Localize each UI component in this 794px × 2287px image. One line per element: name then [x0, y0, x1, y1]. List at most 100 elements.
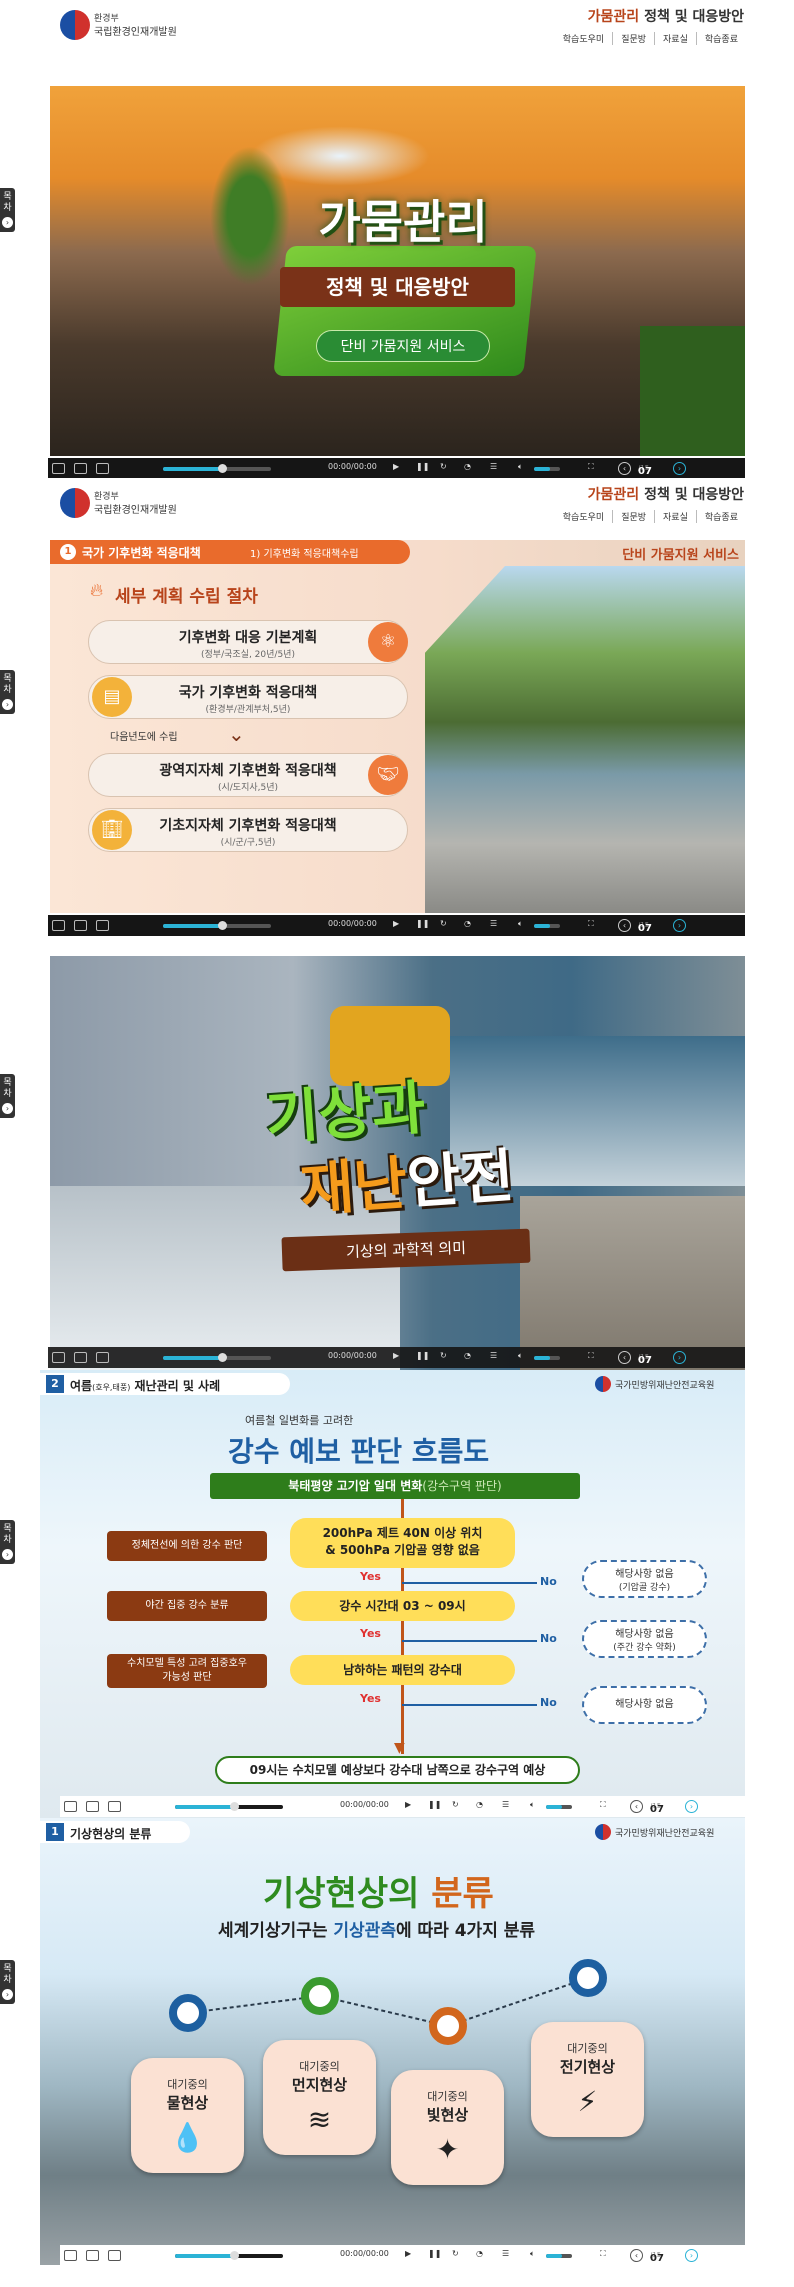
- time-display: 00:00/00:00: [340, 2249, 389, 2258]
- flow-center-2: 강수 시간대 03 ~ 09시: [290, 1591, 515, 1621]
- menu-list-icon[interactable]: ☰: [490, 919, 497, 928]
- prev-page-icon[interactable]: ‹: [630, 1800, 643, 1813]
- play-icon[interactable]: ▶: [393, 462, 399, 471]
- menu-qna[interactable]: 질문방: [612, 510, 654, 523]
- menu-resources[interactable]: 자료실: [654, 510, 696, 523]
- download-icon[interactable]: [64, 1801, 77, 1812]
- replay-icon[interactable]: ↻: [440, 1351, 447, 1360]
- screen-icon[interactable]: [108, 1801, 121, 1812]
- keyboard-icon[interactable]: [86, 1801, 99, 1812]
- volume-icon[interactable]: 🔈︎: [530, 1800, 535, 1810]
- next-year-note: 다음년도에 수립: [110, 732, 178, 743]
- volume-slider[interactable]: [534, 1356, 560, 1360]
- menu-list-icon[interactable]: ☰: [502, 1800, 509, 1809]
- section-bar: 2 여름(호우,태풍) 재난관리 및 사례: [40, 1373, 290, 1395]
- progress-bar[interactable]: [175, 1802, 283, 1811]
- player-controls: 00:00/00:00 ▶ ❚❚ ↻ ◔ ☰ 🔈︎ ⛶ ‹ 07/15 ›: [48, 1347, 745, 1368]
- prev-page-icon[interactable]: ‹: [618, 919, 631, 932]
- menu-list-icon[interactable]: ☰: [502, 2249, 509, 2258]
- play-icon[interactable]: ▶: [405, 2249, 411, 2258]
- pause-icon[interactable]: ❚❚: [428, 2249, 441, 2258]
- card-light: 대기중의 빛현상 ✦: [391, 2070, 504, 2185]
- download-icon[interactable]: [52, 1352, 65, 1363]
- volume-icon[interactable]: 🔈︎: [518, 1351, 523, 1361]
- volume-slider[interactable]: [546, 2254, 572, 2258]
- building-icon: 🏢︎: [92, 810, 132, 850]
- keyboard-icon[interactable]: [74, 463, 87, 474]
- government-emblem-icon: [595, 1376, 611, 1392]
- screen-icon[interactable]: [96, 463, 109, 474]
- menu-exit[interactable]: 학습종료: [695, 510, 746, 523]
- pause-icon[interactable]: ❚❚: [416, 462, 429, 471]
- volume-slider[interactable]: [534, 924, 560, 928]
- next-page-icon[interactable]: ›: [685, 1800, 698, 1813]
- play-icon[interactable]: ▶: [393, 1351, 399, 1360]
- atom-icon: ⚛: [368, 622, 408, 662]
- next-page-icon[interactable]: ›: [685, 2249, 698, 2262]
- menu-help[interactable]: 학습도우미: [555, 510, 612, 523]
- screen-icon[interactable]: [96, 1352, 109, 1363]
- download-icon[interactable]: [52, 920, 65, 931]
- toc-tab[interactable]: 목차 ›: [0, 1074, 15, 1118]
- volume-icon[interactable]: 🔈︎: [518, 462, 523, 472]
- next-page-icon[interactable]: ›: [673, 919, 686, 932]
- fullscreen-icon[interactable]: ⛶: [588, 1351, 594, 1361]
- prev-page-icon[interactable]: ‹: [618, 462, 631, 475]
- time-display: 00:00/00:00: [340, 1800, 389, 1809]
- speed-icon[interactable]: ◔: [476, 1800, 483, 1809]
- prev-page-icon[interactable]: ‹: [618, 1351, 631, 1364]
- menu-help[interactable]: 학습도우미: [555, 32, 612, 45]
- fullscreen-icon[interactable]: ⛶: [588, 919, 594, 929]
- play-icon[interactable]: ▶: [405, 1800, 411, 1809]
- speed-icon[interactable]: ◔: [464, 462, 471, 471]
- player-controls: 00:00/00:00 ▶ ❚❚ ↻ ◔ ☰ 🔈︎ ⛶ ‹ 07/15 ›: [48, 915, 745, 936]
- screen-icon[interactable]: [96, 920, 109, 931]
- volume-slider[interactable]: [546, 1805, 572, 1809]
- replay-icon[interactable]: ↻: [440, 462, 447, 471]
- menu-exit[interactable]: 학습종료: [695, 32, 746, 45]
- pause-icon[interactable]: ❚❚: [416, 919, 429, 928]
- fullscreen-icon[interactable]: ⛶: [588, 462, 594, 472]
- prev-page-icon[interactable]: ‹: [630, 2249, 643, 2262]
- volume-slider[interactable]: [534, 467, 560, 471]
- speed-icon[interactable]: ◔: [464, 1351, 471, 1360]
- next-page-icon[interactable]: ›: [673, 1351, 686, 1364]
- progress-bar[interactable]: [163, 1353, 271, 1362]
- header: 환경부 국립환경인재개발원 가뭄관리 정책 및 대응방안 학습도우미 질문방 자…: [0, 478, 794, 532]
- fullscreen-icon[interactable]: ⛶: [600, 1800, 606, 1810]
- replay-icon[interactable]: ↻: [452, 2249, 459, 2258]
- institute-name: 국립환경인재개발원: [94, 27, 177, 38]
- pause-icon[interactable]: ❚❚: [416, 1351, 429, 1360]
- toc-tab[interactable]: 목차 ›: [0, 1960, 15, 2004]
- screen-icon[interactable]: [108, 2250, 121, 2261]
- result-box: 09시는 수치모델 예상보다 강수대 남쪽으로 강수구역 예상: [215, 1756, 580, 1784]
- speed-icon[interactable]: ◔: [476, 2249, 483, 2258]
- keyboard-icon[interactable]: [86, 2250, 99, 2261]
- menu-list-icon[interactable]: ☰: [490, 1351, 497, 1360]
- keyboard-icon[interactable]: [74, 1352, 87, 1363]
- progress-bar[interactable]: [163, 921, 271, 930]
- keyboard-icon[interactable]: [74, 920, 87, 931]
- progress-bar[interactable]: [163, 464, 271, 473]
- replay-icon[interactable]: ↻: [452, 1800, 459, 1809]
- volume-icon[interactable]: 🔈︎: [530, 2249, 535, 2259]
- fullscreen-icon[interactable]: ⛶: [600, 2249, 606, 2259]
- pause-icon[interactable]: ❚❚: [428, 1800, 441, 1809]
- menu-list-icon[interactable]: ☰: [490, 462, 497, 471]
- menu-qna[interactable]: 질문방: [612, 32, 654, 45]
- volume-icon[interactable]: 🔈︎: [518, 919, 523, 929]
- replay-icon[interactable]: ↻: [440, 919, 447, 928]
- menu-resources[interactable]: 자료실: [654, 32, 696, 45]
- toc-tab[interactable]: 목차 ›: [0, 188, 15, 232]
- flame-icon: 🔥︎: [90, 580, 104, 601]
- progress-bar[interactable]: [175, 2251, 283, 2260]
- next-page-icon[interactable]: ›: [673, 462, 686, 475]
- toc-tab[interactable]: 목차 ›: [0, 1520, 15, 1564]
- toc-tab[interactable]: 목차 ›: [0, 670, 15, 714]
- download-icon[interactable]: [52, 463, 65, 474]
- document-icon: ▤: [92, 677, 132, 717]
- no-line-2: [402, 1640, 537, 1642]
- download-icon[interactable]: [64, 2250, 77, 2261]
- speed-icon[interactable]: ◔: [464, 919, 471, 928]
- play-icon[interactable]: ▶: [393, 919, 399, 928]
